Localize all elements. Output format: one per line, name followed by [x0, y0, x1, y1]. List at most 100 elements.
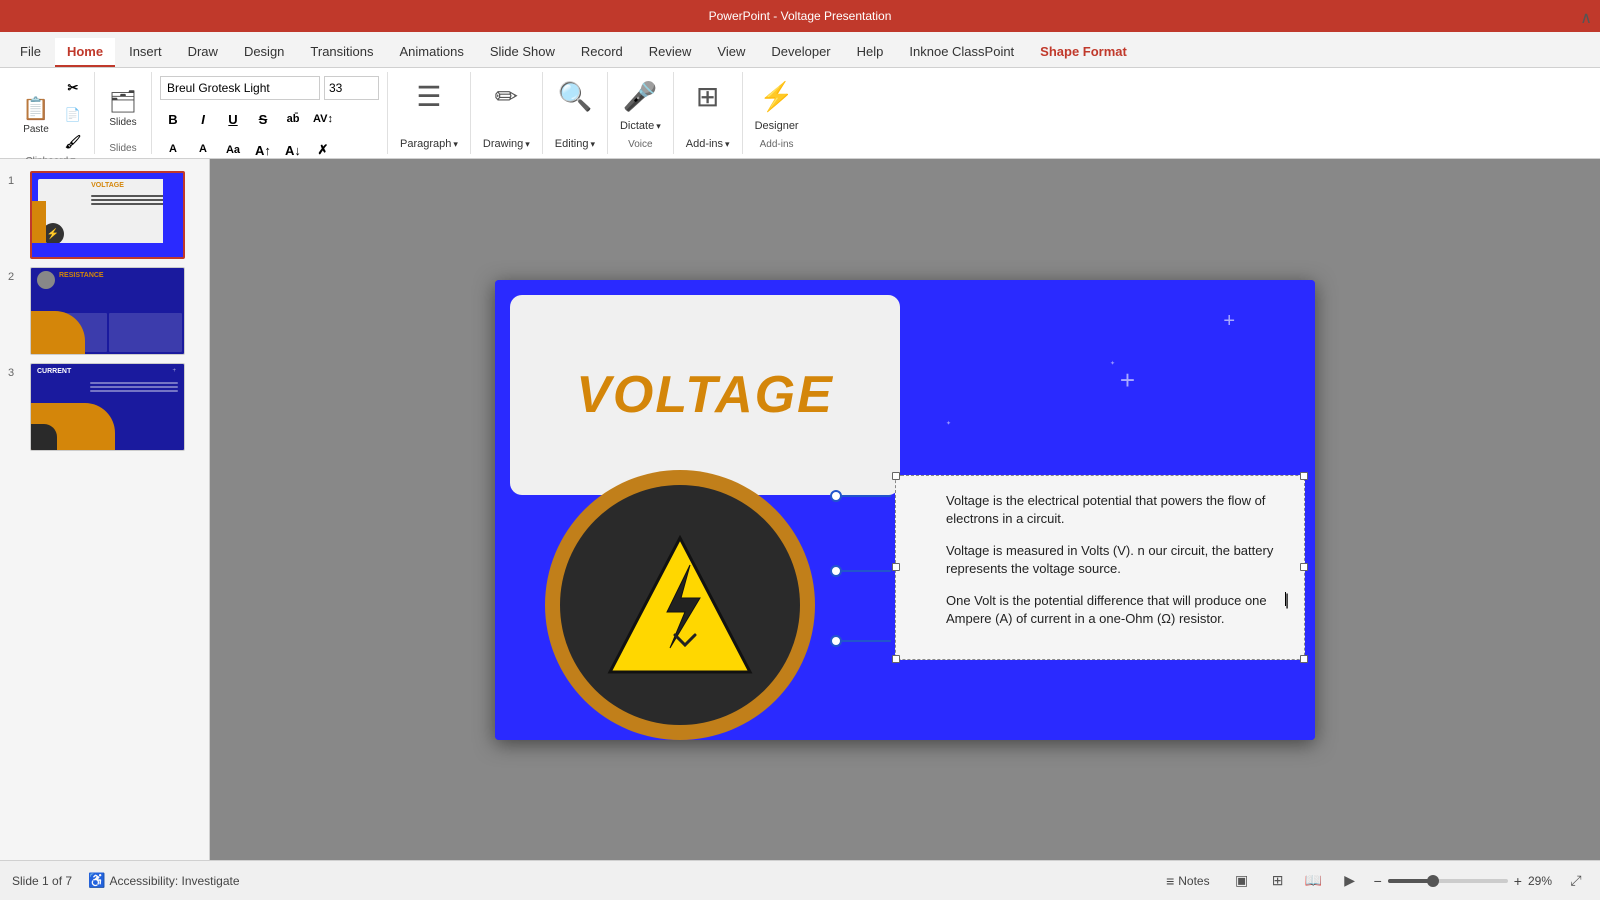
status-left: Slide 1 of 7 ♿ Accessibility: Investigat… [12, 872, 240, 889]
notes-button[interactable]: ≡ Notes [1158, 870, 1218, 892]
slide-preview-3: CURRENT + [30, 363, 185, 451]
addins-group[interactable]: ⊞ Add-ins ▾ [674, 72, 743, 154]
slide3-line2 [90, 386, 178, 388]
zoom-control: − + 29% [1374, 873, 1552, 889]
font-name-row [160, 76, 379, 100]
tab-inknoeclasspoint[interactable]: Inknoe ClassPoint [897, 38, 1026, 67]
app-title: PowerPoint - Voltage Presentation [709, 9, 892, 23]
dictate-icon: 🎤 [623, 80, 658, 113]
slide-thumb-1[interactable]: 1 VOLTAGE ⚡ [0, 167, 209, 263]
slide1-text-lines [91, 195, 174, 207]
slide-panel: 1 VOLTAGE ⚡ [0, 159, 210, 860]
character-spacing-button[interactable]: ab̄ [280, 107, 306, 131]
slide-canvas[interactable]: + + + VOLTAGE [495, 280, 1315, 740]
tab-insert[interactable]: Insert [117, 38, 174, 67]
underline-button[interactable]: U [220, 107, 246, 131]
slide-preview-1: VOLTAGE ⚡ [30, 171, 185, 259]
italic-button[interactable]: I [190, 107, 216, 131]
slide2-circle [37, 271, 55, 289]
tab-slideshow[interactable]: Slide Show [478, 38, 567, 67]
slide-preview-2: RESISTANCE [30, 267, 185, 355]
tab-help[interactable]: Help [845, 38, 896, 67]
slide3-thumb-title: CURRENT [37, 368, 71, 375]
slide1-bottom-strip [32, 243, 183, 257]
addins-icon: ⊞ [696, 80, 719, 113]
slide3-line1 [90, 382, 178, 384]
zoom-slider[interactable] [1388, 879, 1508, 883]
bold-button[interactable]: B [160, 107, 186, 131]
tab-shape-format[interactable]: Shape Format [1028, 38, 1139, 67]
paragraph-group[interactable]: ☰ Paragraph ▾ [388, 72, 471, 154]
selection-handle-tr [1300, 472, 1308, 480]
notes-icon: ≡ [1166, 873, 1174, 889]
dictate-label: Dictate ▾ [620, 120, 661, 132]
zoom-out-icon[interactable]: − [1374, 873, 1382, 889]
paste-icon: 📋 [22, 96, 49, 122]
designer-icon: ⚡ [759, 80, 794, 113]
strikethrough-button[interactable]: S [250, 107, 276, 131]
normal-view-button[interactable]: ▣ [1230, 869, 1254, 893]
tab-home[interactable]: Home [55, 38, 115, 67]
tab-developer[interactable]: Developer [759, 38, 842, 67]
slides-label: Slides [109, 117, 136, 128]
text-cursor: | [1285, 592, 1286, 606]
reading-view-button[interactable]: 📖 [1302, 869, 1326, 893]
cut-button[interactable]: ✂ [60, 76, 86, 100]
new-slide-button[interactable]: 🗂 Slides [103, 85, 143, 132]
ribbon-tab-bar: File Home Insert Draw Design Transitions… [0, 32, 1600, 68]
clipboard-buttons: 📋 Paste ✂ 📄 🖌 [16, 76, 86, 154]
slide-title: VOLTAGE [576, 365, 834, 425]
tab-record[interactable]: Record [569, 38, 635, 67]
tab-transitions[interactable]: Transitions [298, 38, 385, 67]
voice-group[interactable]: 🎤 Dictate ▾ Voice [608, 72, 674, 154]
tab-design[interactable]: Design [232, 38, 296, 67]
slide-num-2: 2 [8, 271, 24, 283]
paragraph-label: Paragraph ▾ [400, 138, 458, 150]
slide-sorter-button[interactable]: ⊞ [1266, 869, 1290, 893]
slide1-bolt-icon: ⚡ [47, 229, 59, 240]
outer-circle [545, 470, 815, 740]
bullet-3[interactable]: One Volt is the potential difference tha… [946, 592, 1286, 628]
voice-chevron-icon: ▾ [656, 121, 661, 132]
slide1-line1 [91, 195, 174, 197]
paste-button[interactable]: 📋 Paste [16, 92, 56, 139]
editing-group[interactable]: 🔍 Editing ▾ [543, 72, 608, 154]
selection-handle-br [1300, 655, 1308, 663]
fit-slide-button[interactable]: ⤢ [1564, 869, 1588, 893]
font-name-input[interactable] [160, 76, 320, 100]
slide-thumb-2[interactable]: 2 RESISTANCE [0, 263, 209, 359]
kerning-button[interactable]: AV↕ [310, 107, 336, 131]
drawing-group[interactable]: ✏ Drawing ▾ [471, 72, 543, 154]
tab-file[interactable]: File [8, 38, 53, 67]
notes-label: Notes [1178, 874, 1209, 888]
addins-label: Add-ins ▾ [686, 138, 730, 150]
zoom-in-icon[interactable]: + [1514, 873, 1522, 889]
slides-group: 🗂 Slides Slides [95, 72, 152, 154]
slide-thumb-3[interactable]: 3 CURRENT + [0, 359, 209, 455]
bullet-1: Voltage is the electrical potential that… [946, 492, 1286, 528]
slide3-text-lines [88, 380, 180, 423]
slideshow-button[interactable]: ▶ [1338, 869, 1362, 893]
selection-handle-mr [1300, 563, 1308, 571]
ribbon-content: 📋 Paste ✂ 📄 🖌 Clipboard ⧉ 🗂 Slides [0, 68, 1600, 158]
tab-draw[interactable]: Draw [176, 38, 230, 67]
font-size-input[interactable] [324, 76, 379, 100]
slide1-line2 [91, 199, 174, 201]
bullet-1-text: Voltage is the electrical potential that… [946, 492, 1286, 528]
main-area: 1 VOLTAGE ⚡ [0, 159, 1600, 860]
accessibility-button[interactable]: ♿ Accessibility: Investigate [88, 872, 240, 889]
zoom-slider-thumb[interactable] [1427, 875, 1439, 887]
tab-view[interactable]: View [705, 38, 757, 67]
designer-group[interactable]: ⚡ Designer Add-ins [743, 72, 811, 154]
format-painter-button[interactable]: 🖌 [60, 130, 86, 154]
slides-buttons: 🗂 Slides [103, 76, 143, 141]
plus-sign-3: + [1120, 365, 1135, 396]
zoom-level: 29% [1528, 874, 1552, 888]
editing-icon: 🔍 [557, 80, 592, 113]
text-content-box[interactable]: Voltage is the electrical potential that… [895, 475, 1305, 660]
copy-button[interactable]: 📄 [60, 103, 86, 127]
tab-review[interactable]: Review [637, 38, 704, 67]
ribbon-collapse-btn[interactable]: ∧ [1580, 8, 1592, 28]
tab-animations[interactable]: Animations [388, 38, 476, 67]
star-dot-3: ✦ [1110, 360, 1115, 367]
